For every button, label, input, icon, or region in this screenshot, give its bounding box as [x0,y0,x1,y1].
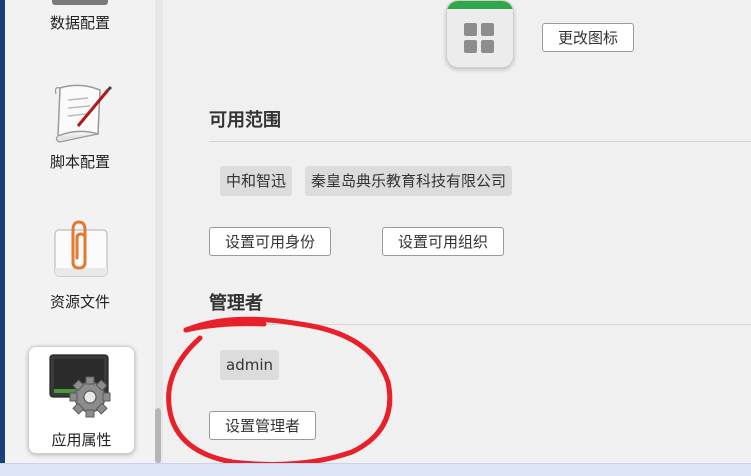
sidebar-item-label: 脚本配置 [49,153,110,171]
sidebar-item-resource-files[interactable]: 资源文件 [5,220,155,315]
scope-tag: 中和智迅 [220,166,293,196]
sidebar-item-label: 数据配置 [49,14,110,32]
sidebar-item-app-properties[interactable]: 应用属性 [28,346,135,454]
set-available-org-button[interactable]: 设置可用组织 [382,227,505,256]
grid-square [481,23,494,36]
admin-tag: admin [220,350,279,380]
change-icon-button[interactable]: 更改图标 [542,23,635,52]
paperclip-file-icon [51,220,111,284]
sidebar-scrollbar[interactable] [155,0,163,463]
set-available-identity-button[interactable]: 设置可用身份 [209,227,332,256]
set-admin-button[interactable]: 设置管理者 [209,411,317,440]
app-icon [446,0,514,68]
script-scroll-icon [50,80,113,148]
grid-square [464,23,477,36]
divider [209,141,751,142]
app-icon-band [447,1,513,9]
sidebar-item-label: 资源文件 [49,293,110,311]
scope-section-title: 可用范围 [209,110,281,131]
sidebar-item-script-config[interactable]: 脚本配置 [5,80,155,175]
sidebar-item-label: 应用属性 [51,431,112,449]
scope-tag: 秦皇岛典乐教育科技有限公司 [305,166,513,196]
grid-square [481,40,494,53]
sidebar-scrollbar-thumb[interactable] [155,408,161,463]
main-panel: 更改图标 可用范围 中和智迅 秦皇岛典乐教育科技有限公司 设置可用身份 设置可用… [163,0,751,463]
app-settings-gear-icon [48,353,116,423]
admins-section-title: 管理者 [209,293,263,314]
sidebar-item-data-config[interactable]: 数据配置 [5,0,155,40]
grid-square [464,40,477,53]
bottom-bar [0,463,751,476]
divider [209,324,751,325]
